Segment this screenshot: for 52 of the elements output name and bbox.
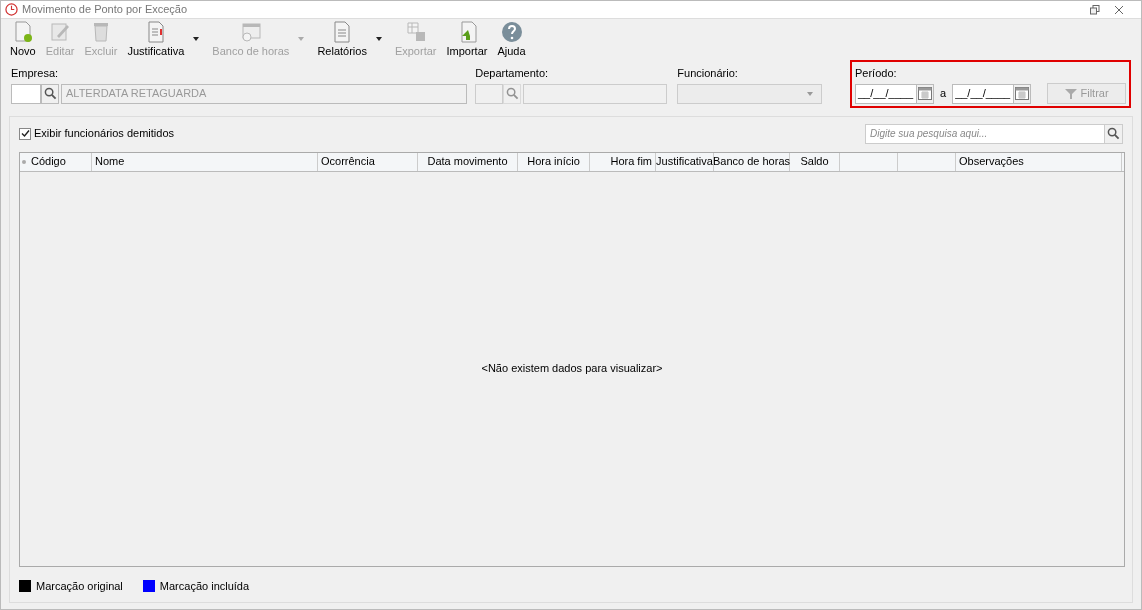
search-field[interactable]: Digite sua pesquisa aqui...: [865, 123, 1105, 144]
column-header[interactable]: Nome: [92, 152, 318, 171]
help-icon: [500, 20, 523, 43]
calendar-icon: [918, 87, 932, 100]
caret-icon[interactable]: [193, 36, 200, 41]
restore-icon: [1090, 4, 1100, 15]
toolbar-button[interactable]: Relatórios: [314, 20, 370, 59]
column-header[interactable]: Banco de horas: [714, 152, 790, 171]
toolbar-button[interactable]: Justificativa: [124, 20, 188, 59]
toolbar-button[interactable]: Novo: [7, 20, 39, 59]
column-header[interactable]: Código: [28, 152, 92, 171]
funnel-icon: [1064, 88, 1077, 99]
caret-icon[interactable]: [375, 36, 382, 41]
checkbox-label: Exibir funcionários demitidos: [34, 126, 174, 142]
calendar-icon: [239, 20, 262, 43]
column-header[interactable]: Justificativa: [656, 152, 714, 171]
clock-icon: [5, 3, 18, 16]
column-header[interactable]: Saldo: [790, 152, 840, 171]
search-icon: [43, 87, 57, 100]
caret-icon: [807, 91, 813, 96]
legend-label: Marcação original: [36, 578, 123, 594]
field-label: Período:: [855, 66, 898, 81]
column-header[interactable]: Hora fim: [590, 152, 656, 171]
search-icon: [505, 87, 519, 100]
calendar-button[interactable]: [917, 83, 934, 104]
date-field[interactable]: __/__/____: [855, 83, 917, 104]
calendar-icon: [1015, 87, 1030, 100]
column-header[interactable]: Observações: [956, 152, 1122, 171]
column-header[interactable]: Data movimento: [418, 152, 518, 171]
column-header[interactable]: Hora início: [518, 152, 590, 171]
field-label: Funcionário:: [677, 66, 739, 81]
search-button[interactable]: [41, 83, 59, 104]
code-field[interactable]: [11, 83, 41, 104]
empty-message: <Não existem dados para visualizar>: [481, 361, 663, 377]
search-button[interactable]: [1105, 123, 1123, 144]
column-header[interactable]: Ocorrência: [318, 152, 418, 171]
checkbox[interactable]: [19, 127, 31, 140]
date-field[interactable]: __/__/____: [952, 83, 1015, 104]
row-indicator-icon: [22, 159, 26, 164]
field-label: Empresa:: [11, 66, 60, 81]
field-label: Departamento:: [475, 66, 550, 81]
search-icon: [1107, 127, 1120, 140]
pencil-icon: [49, 20, 72, 43]
search-button[interactable]: [503, 83, 522, 104]
spreadsheet-icon: [404, 20, 427, 43]
range-separator: a: [940, 86, 947, 102]
window-title: Movimento de Ponto por Exceção: [22, 2, 189, 18]
toolbar-button[interactable]: Ajuda: [494, 20, 529, 59]
legend-label: Marcação incluída: [159, 578, 250, 594]
close-icon: [1114, 4, 1124, 15]
toolbar-button[interactable]: Importar: [443, 20, 491, 59]
calendar-button[interactable]: [1014, 83, 1032, 104]
